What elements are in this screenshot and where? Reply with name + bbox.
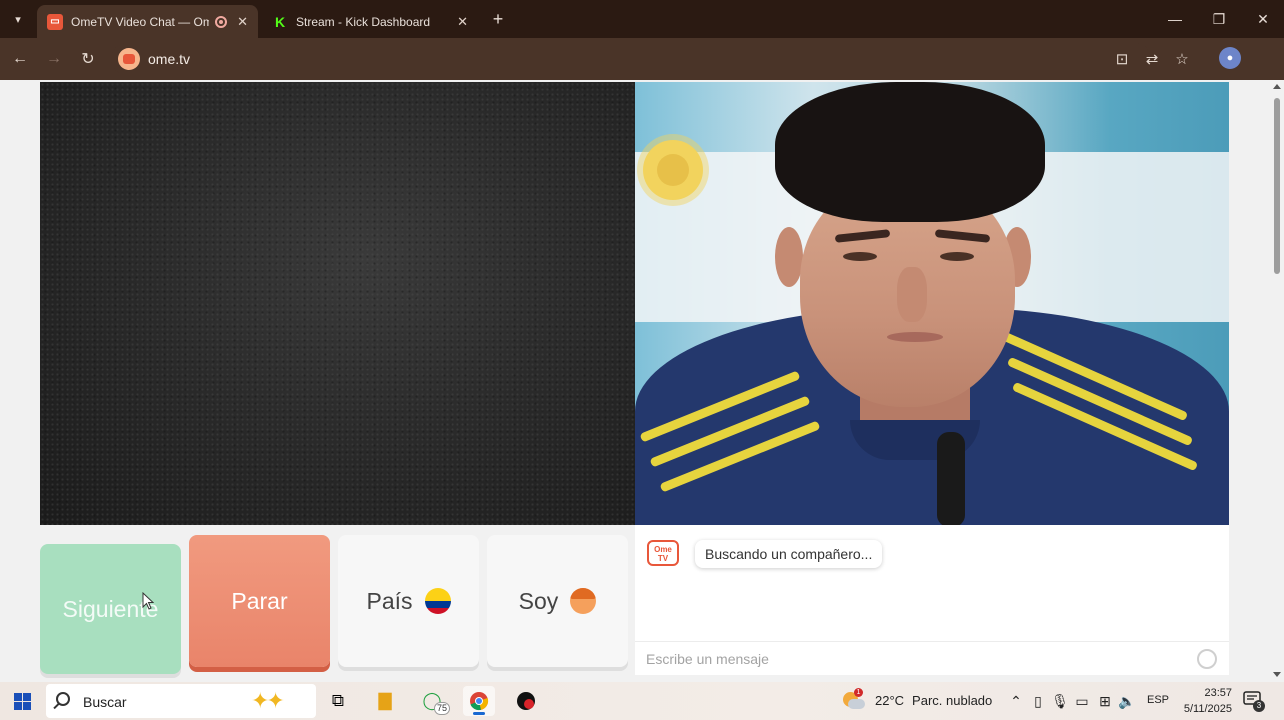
weather-widget[interactable]: 1 22°C Parc. nublado bbox=[843, 688, 993, 710]
whatsapp-unread-badge: 75 bbox=[433, 702, 450, 715]
forward-arrow-icon[interactable]: → bbox=[42, 47, 66, 71]
country-filter-button[interactable]: País bbox=[338, 535, 479, 667]
plus-icon[interactable]: + bbox=[486, 8, 510, 30]
install-app-icon[interactable]: ⊡ bbox=[1111, 48, 1133, 70]
scroll-down-arrow-icon[interactable] bbox=[1273, 672, 1281, 677]
chat-panel: Ome TV Buscando un compañero... Escribe … bbox=[635, 525, 1229, 675]
system-clock[interactable]: 23:57 5/11/2025 bbox=[1178, 685, 1232, 717]
windows-taskbar: Buscar ✦✦ ⧉ ▇ ◯ 75 1 22°C Parc. nublado … bbox=[0, 682, 1284, 720]
tab-kick-dashboard[interactable]: K Stream - Kick Dashboard ✕ bbox=[262, 5, 478, 38]
search-icon bbox=[56, 692, 70, 706]
address-url: ome.tv bbox=[148, 51, 191, 67]
browser-tab-strip: ▾ ▭ OmeTV Video Chat — Ome ✕ K Stream - … bbox=[0, 0, 1284, 38]
usb-device-icon[interactable]: ▯ bbox=[1029, 692, 1047, 710]
close-tab-icon[interactable]: ✕ bbox=[237, 14, 248, 30]
tab-title: Stream - Kick Dashboard bbox=[296, 14, 431, 29]
reload-icon[interactable]: ↻ bbox=[76, 47, 100, 71]
gender-button-label: Soy bbox=[518, 587, 559, 614]
address-bar[interactable]: ome.tv bbox=[111, 43, 1151, 75]
network-icon[interactable]: ⊞ bbox=[1096, 692, 1114, 710]
copilot-sparkle-icon: ✦✦ bbox=[251, 688, 285, 713]
person-hair bbox=[775, 82, 1045, 222]
back-arrow-icon[interactable]: ← bbox=[8, 47, 32, 71]
ometv-favicon-icon: ▭ bbox=[47, 13, 63, 30]
recording-indicator-icon bbox=[215, 15, 228, 28]
mouse-cursor-icon bbox=[142, 592, 154, 610]
windows-start-icon[interactable] bbox=[14, 693, 31, 710]
partner-video-static bbox=[40, 82, 635, 525]
scroll-up-arrow-icon[interactable] bbox=[1273, 84, 1281, 89]
weather-condition: Parc. nublado bbox=[912, 692, 993, 708]
profile-avatar[interactable]: ● bbox=[1219, 47, 1241, 69]
file-explorer-icon[interactable]: ▇ bbox=[369, 686, 401, 716]
partly-cloudy-icon: 1 bbox=[843, 688, 865, 710]
close-window-icon[interactable]: ✕ bbox=[1248, 6, 1278, 32]
next-button[interactable]: Siguiente bbox=[40, 544, 181, 674]
tab-search-chevron-icon[interactable]: ▾ bbox=[6, 8, 30, 30]
boy-emoji-icon bbox=[570, 588, 597, 614]
stop-button-label: Parar bbox=[231, 587, 288, 614]
obs-recording-icon[interactable] bbox=[510, 686, 542, 716]
own-webcam-video bbox=[635, 82, 1229, 525]
ometv-logo-icon: Ome TV bbox=[647, 540, 679, 566]
weather-alert-badge: 1 bbox=[854, 688, 863, 697]
chat-message-input[interactable]: Escribe un mensaje bbox=[635, 641, 1229, 675]
page-scrollbar[interactable] bbox=[1270, 80, 1284, 682]
site-info-icon[interactable] bbox=[118, 48, 140, 70]
gender-filter-button[interactable]: Soy bbox=[487, 535, 628, 667]
chat-input-placeholder: Escribe un mensaje bbox=[646, 651, 769, 667]
chat-status-message: Buscando un compañero... bbox=[695, 540, 883, 568]
volume-icon[interactable]: 🔈 bbox=[1118, 692, 1136, 710]
notification-center-icon[interactable]: 3 bbox=[1243, 691, 1265, 712]
stop-button[interactable]: Parar bbox=[189, 535, 330, 667]
kick-favicon-icon: K bbox=[272, 13, 288, 30]
colombia-flag-icon bbox=[424, 588, 451, 614]
bookmark-star-icon[interactable]: ☆ bbox=[1171, 48, 1193, 70]
emoji-smiley-icon[interactable] bbox=[1197, 649, 1217, 669]
taskbar-search-box[interactable]: Buscar ✦✦ bbox=[46, 684, 316, 718]
task-view-icon[interactable]: ⧉ bbox=[322, 686, 354, 716]
translate-icon[interactable]: ⇄ bbox=[1141, 48, 1163, 70]
taskbar-search-placeholder: Buscar bbox=[83, 694, 127, 710]
weather-temperature: 22°C bbox=[875, 692, 905, 708]
microphone-icon[interactable]: 🎙 bbox=[1051, 692, 1069, 710]
clock-time: 23:57 bbox=[1204, 687, 1232, 699]
restore-icon[interactable]: ❐ bbox=[1204, 6, 1234, 32]
input-language[interactable]: ESP bbox=[1147, 694, 1169, 706]
tab-title: OmeTV Video Chat — Ome bbox=[71, 14, 210, 29]
show-hidden-icons-chevron-icon[interactable]: ⌃ bbox=[1007, 692, 1025, 710]
whatsapp-icon[interactable]: ◯ 75 bbox=[416, 686, 450, 716]
ometv-page: Siguiente Parar País Soy Ome TV Buscando… bbox=[0, 80, 1284, 682]
minimize-icon[interactable]: — bbox=[1160, 6, 1190, 32]
browser-toolbar: ← → ↻ ome.tv ⊡ ⇄ ☆ ● bbox=[0, 38, 1284, 80]
country-button-label: País bbox=[366, 587, 413, 614]
chrome-icon[interactable] bbox=[463, 686, 495, 716]
close-tab-icon[interactable]: ✕ bbox=[457, 14, 468, 30]
notification-count-badge: 3 bbox=[1253, 700, 1265, 712]
scrollbar-thumb[interactable] bbox=[1274, 98, 1280, 274]
battery-icon[interactable]: ▭ bbox=[1073, 692, 1091, 710]
clock-date: 5/11/2025 bbox=[1183, 703, 1232, 715]
tab-ometv[interactable]: ▭ OmeTV Video Chat — Ome ✕ bbox=[37, 5, 258, 38]
